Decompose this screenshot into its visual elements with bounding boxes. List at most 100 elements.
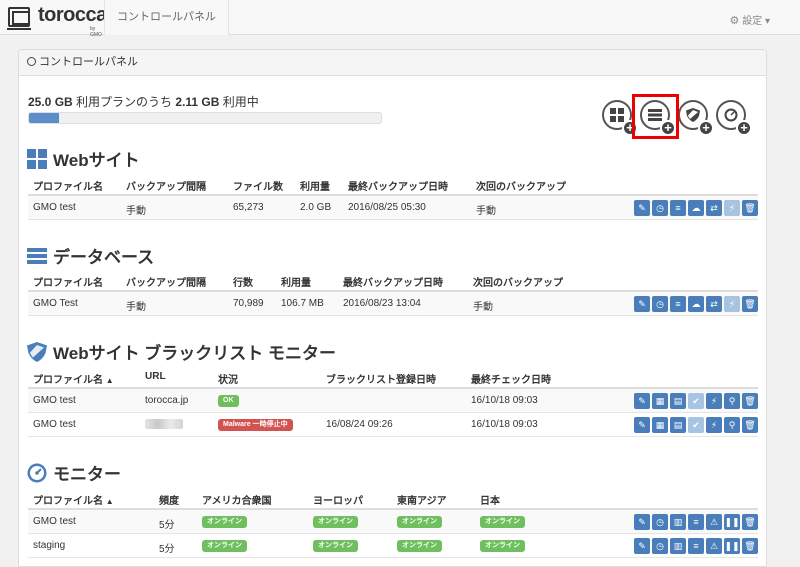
check-button[interactable]: ✔ [688,393,704,409]
col-header: 行数 [233,278,253,289]
blacklist-title-text: Webサイト ブラックリスト モニター [53,344,337,363]
col-header[interactable]: プロファイル名 ▲ [33,492,114,507]
chart-button[interactable]: ▥ [670,514,686,530]
row-actions: ✎ ▦ ▤ ✔ ⚡ ⚲ 🗑 [634,417,758,433]
add-blacklist-monitor-button[interactable]: + [678,100,714,136]
list-button[interactable]: ≡ [688,538,704,554]
status-cell: OK [218,394,239,407]
profile-name[interactable]: GMO test [33,395,76,406]
list-button[interactable]: ≡ [670,296,686,312]
delete-button[interactable]: 🗑 [742,538,758,554]
run-button[interactable]: ⚡ [706,417,722,433]
schedule-button[interactable]: ◷ [652,514,668,530]
col-header: 最終チェック日時 [471,375,551,386]
cloud-backup-button[interactable]: ☁ [688,296,704,312]
check-button[interactable]: ✔ [688,417,704,433]
control-panel: コントロールパネル 25.0 GB 利用プランのうち 2.11 GB 利用中 +… [18,49,767,567]
list-button[interactable]: ≡ [688,514,704,530]
row-actions: ✎ ◷ ≡ ☁ ⇄ ⚡ 🗑 [634,200,758,216]
url[interactable]: torocca.jp [145,395,188,406]
status-cell: オンライン [202,539,247,552]
add-monitor-button[interactable]: + [716,100,752,136]
run-button[interactable]: ⚡ [724,296,740,312]
frequency: 5分 [159,520,175,531]
listed-date: 16/08/24 09:26 [326,419,393,430]
profile-name[interactable]: GMO Test [33,298,78,309]
table-row[interactable]: GMO Test 手動 70,989 106.7 MB 2016/08/23 1… [28,292,758,316]
database-section-title: データベース [27,243,154,268]
website-table: プロファイル名 バックアップ間隔 ファイル数 利用量 最終バックアップ日時 次回… [28,172,758,220]
run-button[interactable]: ⚡ [724,200,740,216]
table-header: プロファイル名 バックアップ間隔 行数 利用量 最終バックアップ日時 次回のバッ… [28,268,758,292]
schedule-button[interactable]: ◷ [652,296,668,312]
edit-button[interactable]: ✎ [634,514,650,530]
profile-name[interactable]: GMO test [33,419,76,430]
table-row[interactable]: GMO test 手動 65,273 2.0 GB 2016/08/25 05:… [28,196,758,220]
restore-button[interactable]: ⇄ [706,296,722,312]
grid-button[interactable]: ▦ [652,393,668,409]
url[interactable] [145,419,183,431]
profile-name[interactable]: GMO test [33,202,76,213]
pause-button[interactable]: ❚❚ [724,514,740,530]
edit-button[interactable]: ✎ [634,296,650,312]
settings-label: 設定 [742,16,763,27]
grid-button[interactable]: ▦ [652,417,668,433]
storage-usage-text: 25.0 GB 利用プランのうち 2.11 GB 利用中 [28,93,259,110]
chart-button[interactable]: ▥ [670,538,686,554]
table-row[interactable]: GMO test Malware 一時停止中 16/08/24 09:26 16… [28,413,758,437]
run-button[interactable]: ⚡ [706,393,722,409]
delete-button[interactable]: 🗑 [742,417,758,433]
edit-button[interactable]: ✎ [634,417,650,433]
delete-button[interactable]: 🗑 [742,296,758,312]
list-button[interactable]: ≡ [670,200,686,216]
status-cell: オンライン [202,515,247,528]
website-add-icon [610,108,624,122]
status-cell: オンライン [480,539,525,552]
alert-button[interactable]: ⚠ [706,538,722,554]
alert-button[interactable]: ⚠ [706,514,722,530]
cloud-backup-button[interactable]: ☁ [688,200,704,216]
col-header: URL [145,371,166,382]
control-panel-nav-link[interactable]: コントロールパネル [104,0,229,35]
edit-button[interactable]: ✎ [634,393,650,409]
last-backup: 2016/08/23 13:04 [343,298,421,309]
usage: 2.0 GB [300,202,332,213]
status-badge: オンライン [480,516,525,528]
pause-button[interactable]: ❚❚ [724,538,740,554]
top-navbar: torocca! by GMO コントロールパネル ⚙ 設定 ▾ [0,0,800,38]
report-button[interactable]: ▤ [670,393,686,409]
plan-size: 25.0 GB [28,95,73,109]
shield-icon [27,342,47,362]
delete-button[interactable]: 🗑 [742,200,758,216]
status-badge: オンライン [202,540,247,552]
file-count: 65,273 [233,202,264,213]
col-header: 利用量 [300,182,330,193]
table-row[interactable]: staging 5分 オンライン オンライン オンライン オンライン ✎ ◷ ▥… [28,534,758,558]
add-website-button[interactable]: + [602,100,638,136]
delete-button[interactable]: 🗑 [742,393,758,409]
used-suffix: 利用中 [222,95,259,109]
schedule-button[interactable]: ◷ [652,538,668,554]
schedule-button[interactable]: ◷ [652,200,668,216]
search-button[interactable]: ⚲ [724,417,740,433]
delete-button[interactable]: 🗑 [742,514,758,530]
profile-name[interactable]: staging [33,540,65,551]
restore-button[interactable]: ⇄ [706,200,722,216]
table-header: プロファイル名 バックアップ間隔 ファイル数 利用量 最終バックアップ日時 次回… [28,172,758,196]
profile-name[interactable]: GMO test [33,516,76,527]
col-header[interactable]: プロファイル名 ▲ [33,371,114,386]
search-button[interactable]: ⚲ [724,393,740,409]
database-icon [27,248,47,264]
torocca-logo[interactable]: torocca! by GMO [7,4,113,38]
row-count: 70,989 [233,298,264,309]
report-button[interactable]: ▤ [670,417,686,433]
panel-title: コントロールパネル [39,56,138,68]
col-header: バックアップ間隔 [126,278,206,289]
status-cell: Malware 一時停止中 [218,418,293,431]
table-row[interactable]: GMO test 5分 オンライン オンライン オンライン オンライン ✎ ◷ … [28,510,758,534]
col-header: 頻度 [159,496,179,507]
edit-button[interactable]: ✎ [634,538,650,554]
settings-menu[interactable]: ⚙ 設定 ▾ [730,12,770,27]
edit-button[interactable]: ✎ [634,200,650,216]
table-row[interactable]: GMO test torocca.jp OK 16/10/18 09:03 ✎ … [28,389,758,413]
